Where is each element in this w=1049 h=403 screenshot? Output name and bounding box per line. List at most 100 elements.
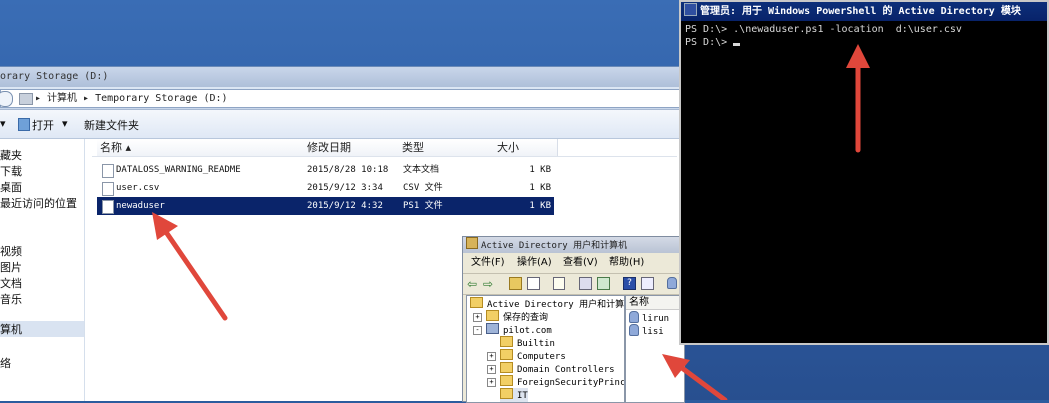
- file-row-selected[interactable]: newaduser 2015/9/12 4:32 PS1 文件 1 KB: [97, 197, 554, 215]
- sidebar-item-pictures[interactable]: 图片: [0, 259, 22, 275]
- tree-node-label: ForeignSecurityPrincip: [517, 378, 625, 388]
- tree-node-label: Domain Controllers: [517, 365, 615, 375]
- copy-icon[interactable]: [553, 277, 565, 290]
- sidebar-item-recent-places[interactable]: 最近访问的位置: [0, 195, 77, 211]
- user-icon: [629, 324, 639, 336]
- explorer-title: orary Storage (D:): [0, 71, 109, 82]
- tree-node-label: Active Directory 用户和计算机: [487, 300, 625, 310]
- sidebar-item-network[interactable]: 络: [0, 355, 11, 371]
- ad-object-list: 名称 lirun lisi: [625, 295, 685, 403]
- ad-app-icon: [466, 237, 478, 249]
- expand-icon[interactable]: +: [487, 365, 496, 374]
- file-row[interactable]: user.csv 2015/9/12 3:34 CSV 文件 1 KB: [97, 179, 554, 197]
- navigation-pane: 藏夹 下载 桌面 最近访问的位置 视频 图片 文档 音乐 算机 络: [0, 139, 85, 401]
- folder-icon: [486, 310, 499, 321]
- file-size: 1 KB: [529, 201, 551, 211]
- file-type: PS1 文件: [403, 201, 443, 211]
- address-bar-area: ▸ 计算机 ▸ Temporary Storage (D:): [0, 87, 684, 110]
- csv-file-icon: [102, 182, 114, 196]
- back-arrow-icon[interactable]: ⇦: [467, 277, 481, 291]
- expand-icon[interactable]: +: [473, 313, 482, 322]
- menu-view[interactable]: 查看(V): [563, 254, 598, 271]
- refresh-icon[interactable]: [597, 277, 610, 290]
- file-date: 2015/9/12 4:32: [307, 201, 383, 211]
- explorer-title-bar: orary Storage (D:): [0, 67, 684, 87]
- file-date: 2015/9/12 3:34: [307, 183, 383, 193]
- ad-title-bar: Active Directory 用户和计算机: [463, 237, 683, 253]
- ou-folder-icon: [500, 388, 513, 399]
- file-name: newaduser: [116, 201, 165, 211]
- help-icon[interactable]: ?: [623, 277, 636, 290]
- console-prompt-line[interactable]: PS D:\>: [685, 37, 741, 48]
- column-header-date[interactable]: 修改日期: [304, 139, 400, 156]
- tree-node-label: 保存的查询: [503, 313, 549, 323]
- open-dropdown-icon[interactable]: ▾: [62, 117, 68, 130]
- user-icon: [667, 277, 677, 289]
- expand-icon[interactable]: +: [487, 352, 496, 361]
- file-row[interactable]: DATALOSS_WARNING_README 2015/8/28 10:18 …: [97, 161, 554, 179]
- column-header-name-label: 名称: [100, 141, 122, 154]
- address-bar[interactable]: ▸ 计算机 ▸ Temporary Storage (D:): [0, 89, 682, 108]
- sidebar-item-documents[interactable]: 文档: [0, 275, 22, 291]
- tree-node-label: pilot.com: [503, 326, 552, 336]
- folder-icon: [500, 375, 513, 386]
- list-column-header-name[interactable]: 名称: [626, 296, 684, 310]
- powershell-title-bar: 管理员: 用于 Windows PowerShell 的 Active Dire…: [681, 2, 1047, 21]
- folder-icon: [500, 362, 513, 373]
- ad-menu-bar: 文件(F) 操作(A) 查看(V) 帮助(H): [463, 254, 683, 271]
- menu-action[interactable]: 操作(A): [517, 254, 552, 271]
- text-file-icon: [102, 164, 114, 178]
- back-button[interactable]: [0, 91, 13, 107]
- tree-node-it[interactable]: IT: [500, 388, 528, 402]
- ad-users-computers-window: Active Directory 用户和计算机 文件(F) 操作(A) 查看(V…: [462, 236, 685, 403]
- sidebar-item-favorites[interactable]: 藏夹: [0, 147, 22, 163]
- sidebar-item-music[interactable]: 音乐: [0, 291, 22, 307]
- file-type: 文本文档: [403, 165, 440, 175]
- collapse-icon[interactable]: -: [473, 326, 482, 335]
- tree-node-label: Computers: [517, 352, 566, 362]
- folder-icon: [500, 336, 513, 347]
- folder-icon: [500, 349, 513, 360]
- address-path: ▸ 计算机 ▸ Temporary Storage (D:): [35, 93, 228, 104]
- console-prompt: PS D:\>: [685, 37, 734, 48]
- organize-dropdown-icon[interactable]: ▾: [0, 117, 6, 130]
- ad-tree-pane: Active Directory 用户和计算机 + 保存的查询 - pilot.co…: [466, 295, 625, 403]
- powershell-window: 管理员: 用于 Windows PowerShell 的 Active Dire…: [679, 0, 1049, 345]
- ps1-file-icon: [102, 200, 114, 214]
- sidebar-item-videos[interactable]: 视频: [0, 243, 22, 259]
- file-type: CSV 文件: [403, 183, 443, 193]
- tree-node-label: Builtin: [517, 339, 555, 349]
- explorer-toolbar: ▾ 打开 ▾ 新建文件夹: [0, 110, 684, 139]
- ad-window-title: Active Directory 用户和计算机: [481, 241, 628, 251]
- expand-icon[interactable]: +: [487, 378, 496, 387]
- menu-help[interactable]: 帮助(H): [609, 254, 644, 271]
- powershell-title: 管理员: 用于 Windows PowerShell 的 Active Dire…: [700, 6, 1021, 17]
- file-date: 2015/8/28 10:18: [307, 165, 389, 175]
- sidebar-item-computer[interactable]: 算机: [0, 321, 84, 337]
- file-name: user.csv: [116, 183, 160, 193]
- column-header-name[interactable]: 名称 ▴: [97, 139, 306, 156]
- file-size: 1 KB: [529, 165, 551, 175]
- up-folder-icon[interactable]: [509, 277, 522, 290]
- user-name: lisi: [642, 327, 664, 337]
- sidebar-item-desktop[interactable]: 桌面: [0, 179, 22, 195]
- open-button[interactable]: 打开: [32, 117, 54, 133]
- user-icon: [629, 311, 639, 323]
- properties-icon[interactable]: [579, 277, 592, 290]
- user-name: lirun: [642, 314, 670, 324]
- file-name: DATALOSS_WARNING_README: [116, 165, 241, 175]
- column-header-size[interactable]: 大小: [494, 139, 558, 156]
- domain-icon: [486, 323, 499, 334]
- column-header-type[interactable]: 类型: [399, 139, 495, 156]
- menu-file[interactable]: 文件(F): [471, 254, 505, 271]
- forward-arrow-icon[interactable]: ⇨: [483, 277, 497, 291]
- list-item-user[interactable]: lisi: [629, 324, 664, 339]
- new-folder-button[interactable]: 新建文件夹: [84, 117, 139, 133]
- open-icon: [18, 118, 30, 131]
- ad-toolbar: ⇦ ⇨ ?: [463, 273, 683, 295]
- sort-ascending-icon: ▴: [125, 141, 132, 154]
- console-icon[interactable]: [641, 277, 654, 290]
- console-line: PS D:\> .\newaduser.ps1 -location d:\use…: [685, 24, 962, 35]
- show-tree-icon[interactable]: [527, 277, 540, 290]
- sidebar-item-downloads[interactable]: 下载: [0, 163, 22, 179]
